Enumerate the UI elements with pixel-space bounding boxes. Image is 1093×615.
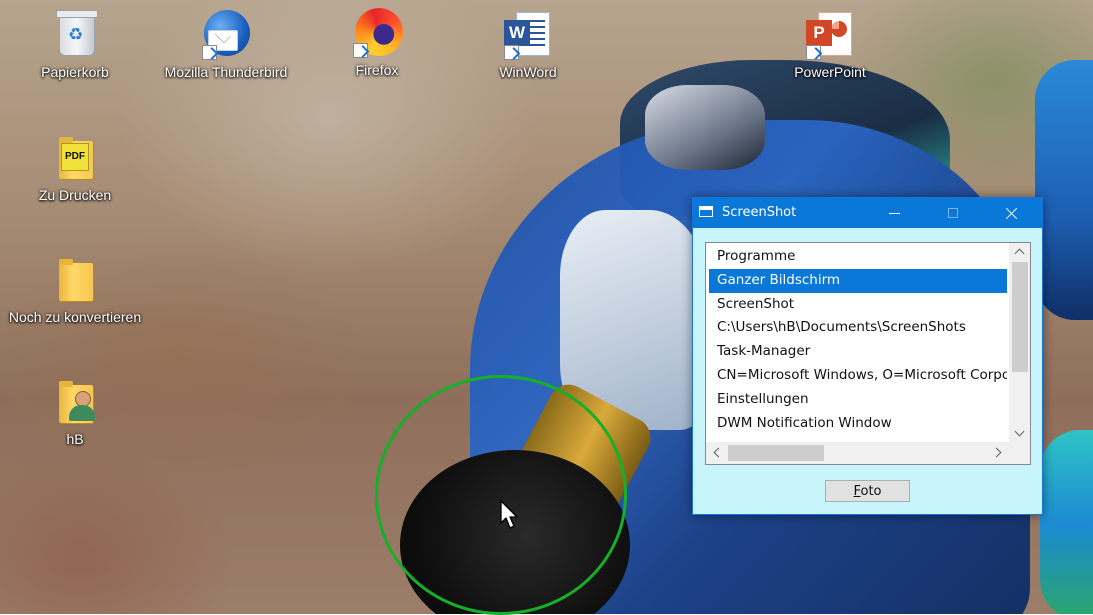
program-listbox[interactable]: Programme Ganzer Bildschirm ScreenShot C… xyxy=(705,242,1031,465)
scroll-up-button[interactable] xyxy=(1009,243,1030,260)
list-item-microsoft-windows[interactable]: CN=Microsoft Windows, O=Microsoft Corpor… xyxy=(709,364,1007,388)
word-icon: W xyxy=(504,10,552,60)
shortcut-arrow-icon xyxy=(504,45,519,60)
list-rows: Programme Ganzer Bildschirm ScreenShot C… xyxy=(706,243,1010,442)
list-item-screenshot[interactable]: ScreenShot xyxy=(709,293,1007,317)
desktop-icon-label: PowerPoint xyxy=(794,64,866,80)
window-title: ScreenShot xyxy=(722,205,797,220)
minimize-icon xyxy=(888,212,900,214)
list-item-einstellungen[interactable]: Einstellungen xyxy=(709,388,1007,412)
wallpaper-rider-knee xyxy=(1040,430,1093,614)
vertical-scrollbar[interactable] xyxy=(1009,243,1030,442)
scrollbar-corner xyxy=(1009,442,1030,464)
chevron-down-icon xyxy=(1014,426,1025,437)
desktop-icon-label: Zu Drucken xyxy=(38,187,112,203)
maximize-button[interactable] xyxy=(930,198,976,228)
mouse-cursor-icon xyxy=(500,500,518,529)
foto-button[interactable]: Foto xyxy=(825,480,910,502)
desktop-icon-label: hB xyxy=(66,431,84,447)
chevron-up-icon xyxy=(1014,248,1025,259)
minimize-button[interactable] xyxy=(871,198,917,228)
horizontal-scroll-thumb[interactable] xyxy=(728,445,824,461)
list-item-task-manager[interactable]: Task-Manager xyxy=(709,340,1007,364)
desktop-icon-zu-drucken[interactable]: PDF Zu Drucken xyxy=(5,133,145,204)
desktop-icon-label: WinWord xyxy=(499,64,557,80)
desktop-icon-winword[interactable]: W WinWord xyxy=(458,10,598,81)
desktop-icon-label: Noch zu konvertieren xyxy=(8,309,142,325)
wallpaper-rider-helmet xyxy=(1035,60,1093,320)
desktop-icon-thunderbird[interactable]: Mozilla Thunderbird xyxy=(156,10,296,81)
horizontal-scrollbar[interactable] xyxy=(706,442,1009,464)
list-item-screenshots-folder[interactable]: C:\Users\hB\Documents\ScreenShots xyxy=(709,316,1007,340)
scroll-left-button[interactable] xyxy=(706,444,727,461)
chevron-left-icon xyxy=(713,447,724,458)
maximize-icon xyxy=(948,208,958,218)
pdf-folder-icon: PDF xyxy=(51,133,99,181)
shortcut-arrow-icon xyxy=(353,43,368,58)
wallpaper-rider-glove xyxy=(645,85,765,170)
shortcut-arrow-icon xyxy=(806,45,821,60)
desktop-icon-label: Papierkorb xyxy=(41,64,109,80)
folder-icon xyxy=(51,255,99,303)
vertical-scroll-thumb[interactable] xyxy=(1012,262,1028,372)
screenshot-window: ScreenShot Programme Ganzer Bildschirm S… xyxy=(692,197,1043,515)
desktop-icon-label: Mozilla Thunderbird xyxy=(164,64,288,80)
desktop-icon-noch-zu-konvertieren[interactable]: Noch zu konvertieren xyxy=(5,255,145,326)
thunderbird-icon xyxy=(202,10,250,60)
user-folder-icon xyxy=(51,377,99,425)
window-app-icon xyxy=(699,206,713,217)
scroll-right-button[interactable] xyxy=(988,444,1009,461)
desktop-icon-powerpoint[interactable]: P PowerPoint xyxy=(760,10,900,81)
chevron-right-icon xyxy=(991,447,1002,458)
close-button[interactable] xyxy=(989,198,1035,228)
scroll-down-button[interactable] xyxy=(1009,425,1030,442)
recycle-bin-icon: ♻ xyxy=(51,10,99,58)
window-titlebar[interactable]: ScreenShot xyxy=(693,198,1042,228)
highlight-ring xyxy=(375,375,627,615)
list-item-dwm-notification-window[interactable]: DWM Notification Window xyxy=(709,412,1007,436)
list-item-programme[interactable]: Programme xyxy=(709,245,1007,269)
desktop-icon-label: Firefox xyxy=(355,62,399,78)
powerpoint-icon: P xyxy=(806,10,854,60)
list-item-ganzer-bildschirm[interactable]: Ganzer Bildschirm xyxy=(709,268,1007,293)
desktop-icon-papierkorb[interactable]: ♻ Papierkorb xyxy=(5,10,145,81)
firefox-icon xyxy=(353,8,403,58)
shortcut-arrow-icon xyxy=(202,45,217,60)
close-icon xyxy=(1006,207,1018,219)
foto-button-label: Foto xyxy=(853,484,882,499)
desktop-icon-hb[interactable]: hB xyxy=(5,377,145,448)
desktop-icon-firefox[interactable]: Firefox xyxy=(307,8,447,79)
